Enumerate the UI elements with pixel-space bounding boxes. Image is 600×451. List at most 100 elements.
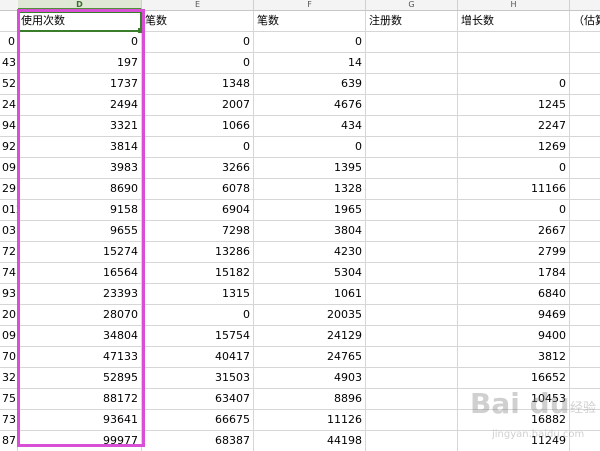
table-cell[interactable] (570, 347, 600, 367)
table-cell[interactable]: 639 (254, 74, 366, 94)
table-cell[interactable]: 1269 (458, 137, 570, 157)
table-cell[interactable] (570, 116, 600, 136)
table-cell[interactable]: 3814 (18, 137, 142, 157)
table-cell[interactable]: 31503 (142, 368, 254, 388)
table-cell[interactable]: 9400 (458, 326, 570, 346)
table-cell[interactable]: 1965 (254, 200, 366, 220)
table-cell[interactable]: 4230 (254, 242, 366, 262)
table-cell[interactable]: 0 (142, 305, 254, 325)
column-header-g[interactable]: G (366, 0, 458, 10)
table-cell[interactable] (366, 221, 458, 241)
table-cell[interactable] (570, 74, 600, 94)
table-cell[interactable] (366, 326, 458, 346)
table-cell[interactable]: 15182 (142, 263, 254, 283)
table-cell[interactable] (570, 53, 600, 73)
table-cell[interactable]: 197 (18, 53, 142, 73)
table-cell[interactable]: 93641 (18, 410, 142, 430)
table-cell[interactable]: 1395 (254, 158, 366, 178)
table-cell[interactable]: 434 (254, 116, 366, 136)
table-cell[interactable]: 14 (254, 53, 366, 73)
table-cell[interactable]: 75 (0, 389, 18, 409)
table-cell[interactable] (366, 368, 458, 388)
table-cell[interactable]: 3983 (18, 158, 142, 178)
table-cell[interactable]: 11166 (458, 179, 570, 199)
table-cell[interactable]: 1348 (142, 74, 254, 94)
table-cell[interactable] (366, 242, 458, 262)
table-cell[interactable]: 8896 (254, 389, 366, 409)
table-cell[interactable] (366, 410, 458, 430)
table-cell[interactable]: 2799 (458, 242, 570, 262)
table-cell[interactable]: 0 (254, 137, 366, 157)
table-cell[interactable]: 1061 (254, 284, 366, 304)
table-cell[interactable]: 0 (18, 32, 142, 52)
table-cell[interactable]: 87 (0, 431, 18, 451)
table-cell[interactable]: 3804 (254, 221, 366, 241)
header-cell[interactable]: 笔数 (142, 11, 254, 31)
table-cell[interactable]: 03 (0, 221, 18, 241)
table-cell[interactable]: 0 (458, 158, 570, 178)
table-cell[interactable]: 24129 (254, 326, 366, 346)
table-cell[interactable]: 72 (0, 242, 18, 262)
table-cell[interactable]: 28070 (18, 305, 142, 325)
table-cell[interactable] (366, 53, 458, 73)
table-cell[interactable]: 13286 (142, 242, 254, 262)
table-cell[interactable] (570, 179, 600, 199)
table-cell[interactable] (366, 74, 458, 94)
table-cell[interactable] (570, 242, 600, 262)
table-cell[interactable]: 0 (142, 53, 254, 73)
table-cell[interactable] (366, 116, 458, 136)
table-cell[interactable] (366, 32, 458, 52)
header-cell[interactable]: 增长数 (458, 11, 570, 31)
fill-handle[interactable] (138, 28, 143, 33)
column-header-e[interactable]: E (142, 0, 254, 10)
table-cell[interactable]: 15274 (18, 242, 142, 262)
table-cell[interactable]: 88172 (18, 389, 142, 409)
table-cell[interactable] (366, 179, 458, 199)
table-cell[interactable]: 1737 (18, 74, 142, 94)
table-cell[interactable] (570, 158, 600, 178)
table-cell[interactable]: 20 (0, 305, 18, 325)
table-cell[interactable]: 1328 (254, 179, 366, 199)
table-cell[interactable]: 7298 (142, 221, 254, 241)
table-cell[interactable]: 24 (0, 95, 18, 115)
table-cell[interactable]: 24765 (254, 347, 366, 367)
column-header-h[interactable]: H (458, 0, 570, 10)
table-cell[interactable]: 2667 (458, 221, 570, 241)
table-cell[interactable]: 34804 (18, 326, 142, 346)
table-cell[interactable] (570, 200, 600, 220)
table-cell[interactable]: 0 (458, 200, 570, 220)
table-cell[interactable]: 40417 (142, 347, 254, 367)
table-cell[interactable]: 2247 (458, 116, 570, 136)
table-cell[interactable]: 1784 (458, 263, 570, 283)
table-cell[interactable]: 2007 (142, 95, 254, 115)
table-cell[interactable]: 47133 (18, 347, 142, 367)
table-cell[interactable]: 6904 (142, 200, 254, 220)
header-cell[interactable]: 笔数 (254, 11, 366, 31)
table-cell[interactable] (570, 326, 600, 346)
table-cell[interactable] (570, 95, 600, 115)
table-cell[interactable]: 9655 (18, 221, 142, 241)
table-cell[interactable] (570, 137, 600, 157)
table-cell[interactable]: 16564 (18, 263, 142, 283)
table-cell[interactable]: 0 (142, 32, 254, 52)
header-cell[interactable] (0, 11, 18, 31)
header-cell[interactable]: （估算 (570, 11, 600, 31)
table-cell[interactable]: 0 (254, 32, 366, 52)
table-cell[interactable]: 0 (142, 137, 254, 157)
table-cell[interactable]: 63407 (142, 389, 254, 409)
table-cell[interactable]: 1066 (142, 116, 254, 136)
table-cell[interactable]: 0 (0, 32, 18, 52)
table-cell[interactable]: 11126 (254, 410, 366, 430)
table-cell[interactable]: 99977 (18, 431, 142, 451)
table-cell[interactable]: 66675 (142, 410, 254, 430)
table-cell[interactable]: 29 (0, 179, 18, 199)
table-cell[interactable] (570, 263, 600, 283)
table-cell[interactable]: 73 (0, 410, 18, 430)
table-cell[interactable]: 5304 (254, 263, 366, 283)
table-cell[interactable]: 3266 (142, 158, 254, 178)
column-header-d[interactable]: D (18, 0, 142, 10)
table-cell[interactable]: 1315 (142, 284, 254, 304)
table-cell[interactable]: 32 (0, 368, 18, 388)
table-cell[interactable]: 3812 (458, 347, 570, 367)
table-cell[interactable]: 23393 (18, 284, 142, 304)
